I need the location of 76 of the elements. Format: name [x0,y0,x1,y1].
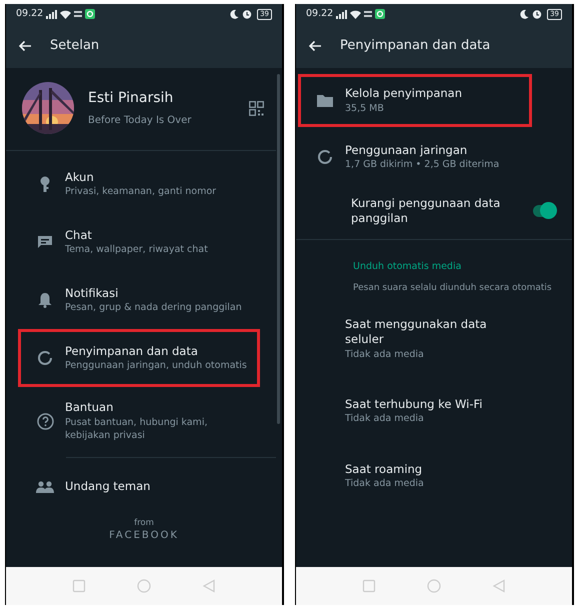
profile-name: Esti Pinarsih [88,89,174,108]
item-title: Chat [65,228,93,244]
profile-about: Before Today Is Over [88,114,192,128]
item-title: Akun [65,170,95,186]
app-icon [85,9,96,19]
settings-item[interactable]: Saat roaming Tidak ada media [298,450,532,502]
alarm-icon [242,9,252,19]
settings-item[interactable]: Saat menggunakan data seluler Tidak ada media [298,304,532,373]
toggle-switch[interactable] [532,205,554,218]
status-time: 09.22 [306,6,334,21]
section-header: Unduh otomatis media [352,260,462,274]
section-note: Pesan suara selalu diunduh secara otomatis [352,282,553,295]
settings-item[interactable]: Penggunaan jaringan 1,7 GB dikirim • 2,5 GB diterima [298,130,532,184]
item-subtitle: Tema, wallpaper, riwayat chat [65,243,209,256]
wifi-icon [60,10,72,18]
wifi-icon [350,10,362,18]
item-subtitle: Penggunaan jaringan, unduh otomatis [65,359,248,372]
back-nav-button[interactable] [492,579,506,593]
item-subtitle: 1,7 GB dikirim • 2,5 GB diterima [345,158,500,172]
settings-item[interactable]: Kelola penyimpanan 35,5 MB [298,74,532,127]
item-subtitle: Tidak ada media [345,477,425,490]
alarm-icon [532,9,542,19]
chat-icon [37,235,53,249]
home-button[interactable] [426,579,441,593]
app-icon [375,9,386,19]
item-subtitle: Privasi, keamanan, ganti nomor [65,185,218,198]
footer-from: from [133,518,155,530]
folder-icon [317,94,333,107]
item-title: Saat menggunakan data seluler [345,316,488,348]
item-subtitle: Pusat bantuan, hubungi kami, kebijakan privasi [65,416,208,442]
item-title: Undang teman [65,479,152,495]
people-icon [36,481,54,494]
screen-title: Setelan [50,37,100,56]
settings-item[interactable]: Penyimpanan dan data Penggunaan jaringan, unduh otomatis [18,329,260,387]
moon-icon [519,9,530,19]
help-icon [36,412,54,430]
back-icon [308,40,322,52]
item-title: Saat roaming [345,462,424,478]
back-icon [18,40,32,52]
recents-button[interactable] [362,579,376,593]
bell-icon [38,292,52,308]
item-title: Bantuan [65,400,114,416]
settings-item[interactable]: Chat Tema, wallpaper, riwayat chat [18,213,260,271]
recents-button[interactable] [72,579,86,593]
back-button[interactable] [308,40,322,52]
item-subtitle: Tidak ada media [345,348,425,361]
profile-row[interactable]: Esti Pinarsih Before Today Is Over [6,68,276,151]
item-subtitle: Pesan, grup & nada dering panggilan [65,301,243,314]
settings-item[interactable]: Akun Privasi, keamanan, ganti nomor [18,155,260,213]
network-speed-icon [74,10,82,18]
back-nav-button[interactable] [202,579,216,593]
key-icon [40,176,50,192]
toggle-label: Kurangi penggunaan data panggilan [351,196,502,227]
item-title: Penyimpanan dan data [65,344,199,360]
screen-title: Penyimpanan dan data [340,37,490,56]
settings-item[interactable]: Undang teman [18,464,260,510]
data-usage-icon [37,350,53,366]
signal-icon [336,10,348,18]
footer-brand: FACEBOOK [108,529,180,542]
item-subtitle: Tidak ada media [345,412,425,426]
item-title: Kelola penyimpanan [345,86,464,102]
settings-item[interactable]: Bantuan Pusat bantuan, hubungi kami, kebijakan privasi [18,387,260,456]
qr-code-icon [249,100,264,116]
item-title: Penggunaan jaringan [345,142,468,158]
network-speed-icon [364,10,372,18]
item-title: Saat terhubung ke Wi-Fi [345,396,484,412]
settings-item[interactable]: Notifikasi Pesan, grup & nada dering panggilan [18,271,260,329]
item-title: Notifikasi [65,286,120,302]
item-subtitle: 35,5 MB [345,102,385,115]
status-time: 09.22 [16,6,44,21]
back-button[interactable] [18,40,32,52]
data-usage-icon [317,149,333,166]
moon-icon [229,9,240,19]
home-button[interactable] [136,579,151,593]
signal-icon [46,10,58,18]
settings-item[interactable]: Saat terhubung ke Wi-Fi Tidak ada media [298,384,532,438]
